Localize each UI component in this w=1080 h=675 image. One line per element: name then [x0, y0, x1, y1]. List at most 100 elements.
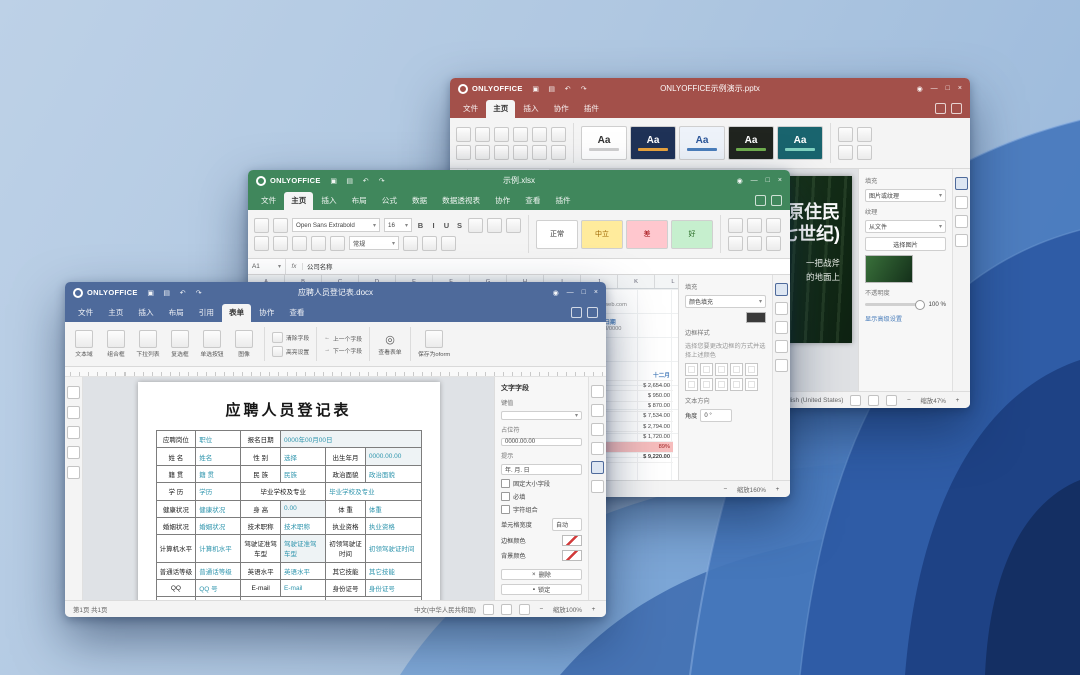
- required-checkbox[interactable]: 必填: [501, 492, 582, 501]
- cell[interactable]: 体重: [365, 500, 421, 517]
- arrange-icon[interactable]: [532, 145, 547, 160]
- tab-file[interactable]: 文件: [456, 100, 485, 118]
- italic-icon[interactable]: [532, 127, 547, 142]
- redo-icon[interactable]: ↷: [377, 177, 387, 185]
- spellcheck-icon[interactable]: [850, 395, 861, 406]
- texture-select[interactable]: 从文件 ▾: [865, 220, 946, 233]
- delete-field-button[interactable]: ×删除: [501, 569, 582, 580]
- fit-width-icon[interactable]: [886, 395, 897, 406]
- zoom-level[interactable]: 缩放47%: [920, 396, 946, 405]
- add-slide-icon[interactable]: [456, 127, 471, 142]
- align-left-icon[interactable]: [475, 145, 490, 160]
- select-picture-button[interactable]: 选择图片: [865, 237, 946, 251]
- cell-width-input[interactable]: 自动: [552, 518, 582, 531]
- feedback-icon[interactable]: [951, 103, 962, 114]
- chart-settings-icon[interactable]: [591, 480, 604, 493]
- minimize-button[interactable]: —: [931, 85, 938, 92]
- select-tool-icon[interactable]: [838, 127, 853, 142]
- cell[interactable]: K: [618, 275, 655, 289]
- form-settings-icon[interactable]: [591, 461, 604, 474]
- cell[interactable]: $ 9,220.00: [606, 452, 673, 462]
- tab-collaboration[interactable]: 协作: [488, 192, 517, 210]
- tab-references[interactable]: 引用: [192, 304, 221, 322]
- tab-insert[interactable]: 插入: [314, 192, 343, 210]
- cell[interactable]: 籍 贯: [196, 465, 241, 482]
- underline-button[interactable]: U: [442, 221, 451, 230]
- zoom-out-button[interactable]: −: [904, 397, 913, 404]
- spellcheck-icon[interactable]: [483, 604, 494, 615]
- share-icon[interactable]: [755, 195, 766, 206]
- cell-name-box[interactable]: A1 ▾: [248, 259, 286, 274]
- cell[interactable]: 0000.00.00: [365, 448, 421, 465]
- comb-checkbox[interactable]: 字符组合: [501, 505, 582, 514]
- align-center-icon[interactable]: [273, 236, 288, 251]
- zoom-level[interactable]: 缩放100%: [553, 605, 582, 614]
- fit-slide-icon[interactable]: [868, 395, 879, 406]
- undo-icon[interactable]: ↶: [563, 85, 573, 93]
- feedback-icon[interactable]: [771, 195, 782, 206]
- clear-icon[interactable]: [766, 236, 781, 251]
- cell[interactable]: QQ 号: [196, 580, 241, 597]
- border-diag-down-button[interactable]: [745, 378, 758, 391]
- cell[interactable]: 技术职称: [281, 517, 326, 534]
- user-icon[interactable]: ◉: [917, 85, 923, 93]
- cell[interactable]: 0000年00月00日: [281, 431, 421, 448]
- user-icon[interactable]: ◉: [737, 177, 743, 185]
- border-none-button[interactable]: [715, 378, 728, 391]
- shape-fill-icon[interactable]: [551, 145, 566, 160]
- shape-gallery-icon[interactable]: [513, 145, 528, 160]
- insert-cells-icon[interactable]: [728, 218, 743, 233]
- cell[interactable]: $ 950.00: [606, 391, 673, 401]
- print-icon[interactable]: ▤: [345, 177, 355, 185]
- zoom-out-button[interactable]: −: [537, 606, 546, 613]
- background-color-swatch[interactable]: [562, 550, 582, 561]
- border-diag-up-button[interactable]: [730, 378, 743, 391]
- save-icon[interactable]: ▣: [531, 85, 541, 93]
- fit-width-icon[interactable]: [519, 604, 530, 615]
- sort-filter-icon[interactable]: [728, 236, 743, 251]
- cell[interactable]: 十二月: [606, 368, 673, 381]
- tab-plugins[interactable]: 插件: [577, 100, 606, 118]
- cell[interactable]: $ 2,654.00: [606, 381, 673, 391]
- border-top-button[interactable]: [685, 378, 698, 391]
- cell[interactable]: 民族: [281, 465, 326, 482]
- highlight-settings-button[interactable]: 高亮设置: [272, 346, 309, 357]
- format-icon[interactable]: [766, 218, 781, 233]
- conditional-format-icon[interactable]: [441, 236, 456, 251]
- underline-icon[interactable]: [551, 127, 566, 142]
- cell-style-neutral[interactable]: 中立: [581, 220, 623, 249]
- theme-tile[interactable]: Aa: [679, 126, 725, 160]
- paragraph-settings-icon[interactable]: [591, 385, 604, 398]
- percent-style-icon[interactable]: [403, 236, 418, 251]
- share-icon[interactable]: [935, 103, 946, 114]
- tab-insert[interactable]: 插入: [516, 100, 545, 118]
- maximize-button[interactable]: □: [946, 85, 950, 92]
- placeholder-input[interactable]: 0000.00.00: [501, 438, 582, 446]
- checkbox-field-button[interactable]: 复选框: [167, 330, 193, 358]
- lock-field-button[interactable]: ▪锁定: [501, 584, 582, 595]
- tab-forms[interactable]: 表单: [222, 304, 251, 322]
- tab-home[interactable]: 主页: [284, 192, 313, 210]
- cell[interactable]: 普通话等级: [196, 562, 241, 579]
- cell[interactable]: 计算机水平: [196, 535, 241, 562]
- save-icon[interactable]: ▣: [329, 177, 339, 185]
- tab-plugins[interactable]: 插件: [548, 192, 577, 210]
- formula-input[interactable]: 公司名称: [303, 262, 790, 271]
- font-color-icon[interactable]: [468, 218, 483, 233]
- cell[interactable]: $ 2,794.00: [606, 421, 673, 431]
- image-field-button[interactable]: 图像: [231, 330, 257, 358]
- tip-input[interactable]: 年. 月. 日: [501, 464, 582, 475]
- combo-box-button[interactable]: 组合框: [103, 330, 129, 358]
- tab-layout[interactable]: 布局: [345, 192, 374, 210]
- zoom-in-button[interactable]: +: [589, 606, 598, 613]
- find-icon[interactable]: [857, 127, 872, 142]
- italic-button[interactable]: I: [429, 221, 438, 230]
- align-center-icon[interactable]: [494, 145, 509, 160]
- headings-panel-icon[interactable]: [67, 406, 80, 419]
- save-icon[interactable]: ▣: [146, 289, 156, 297]
- sparkline-settings-icon[interactable]: [775, 359, 788, 372]
- text-field-button[interactable]: 文本域: [71, 330, 97, 358]
- cell-style-normal[interactable]: 正常: [536, 220, 578, 249]
- fill-color-swatch[interactable]: [746, 312, 766, 323]
- image-settings-icon[interactable]: [775, 340, 788, 353]
